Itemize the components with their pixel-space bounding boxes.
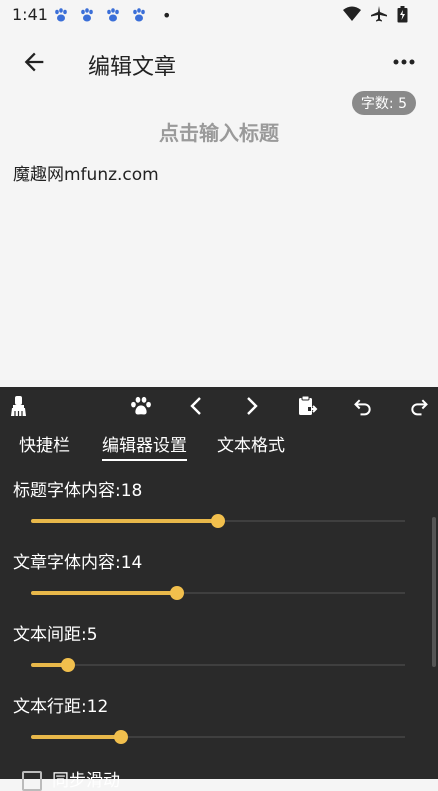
slider-thumb[interactable] [113,730,128,744]
letter-spacing-slider[interactable] [31,655,405,675]
slider-thumb[interactable] [61,658,76,672]
content-font-size-label: 文章字体内容:14 [13,553,143,573]
app-bar: 编辑文章 [0,30,438,94]
baidu-paw-icon [78,6,96,24]
tab-text-format[interactable]: 文本格式 [217,431,285,459]
chevron-left-icon[interactable] [183,393,209,419]
slider-thumb[interactable] [211,514,225,528]
content-font-size-slider[interactable] [31,583,405,603]
panel-scrollbar[interactable] [432,517,436,667]
brush-icon[interactable] [6,393,32,419]
chevron-right-icon[interactable] [239,393,265,419]
word-count-badge: 字数: 5 [351,91,416,115]
status-bar: 1:41 • [0,0,438,30]
airplane-icon [371,6,387,27]
panel-tabs: 快捷栏 编辑器设置 文本格式 [0,427,438,461]
system-icons [343,6,408,27]
back-arrow-icon[interactable] [20,48,48,76]
editor-settings-panel: 快捷栏 编辑器设置 文本格式 标题字体内容:18 文章字体内容:14 文本间距:… [0,387,438,791]
slider-thumb[interactable] [169,586,184,600]
slider-fill [31,591,177,595]
line-spacing-label: 文本行距:12 [13,697,109,717]
sync-scroll-checkbox[interactable] [22,771,42,791]
clipboard-paste-icon[interactable] [295,393,321,419]
wifi-icon [343,6,361,27]
slider-fill [31,735,121,739]
battery-icon [397,6,408,27]
notification-icons [52,6,148,24]
slider-track [31,664,405,666]
title-input[interactable]: 点击输入标题 [0,117,438,146]
undo-icon[interactable] [350,393,376,419]
line-spacing-slider[interactable] [31,727,405,747]
more-dots-icon[interactable] [390,48,418,76]
status-dot: • [162,6,172,25]
tab-shortcuts[interactable]: 快捷栏 [19,431,70,459]
redo-icon[interactable] [406,393,432,419]
title-font-size-label: 标题字体内容:18 [13,481,143,501]
title-font-size-slider[interactable] [31,511,405,531]
status-time: 1:41 [12,5,48,24]
baidu-paw-icon [52,6,70,24]
baidu-paw-icon [104,6,122,24]
baidu-paw-icon [130,6,148,24]
paw-icon[interactable] [128,393,154,419]
content-editor[interactable]: 魔趣网mfunz.com [13,160,159,185]
tab-editor-settings[interactable]: 编辑器设置 [102,431,187,461]
slider-fill [31,519,218,523]
letter-spacing-label: 文本间距:5 [13,625,98,645]
editor-toolbar [0,387,438,425]
page-title: 编辑文章 [88,55,177,80]
